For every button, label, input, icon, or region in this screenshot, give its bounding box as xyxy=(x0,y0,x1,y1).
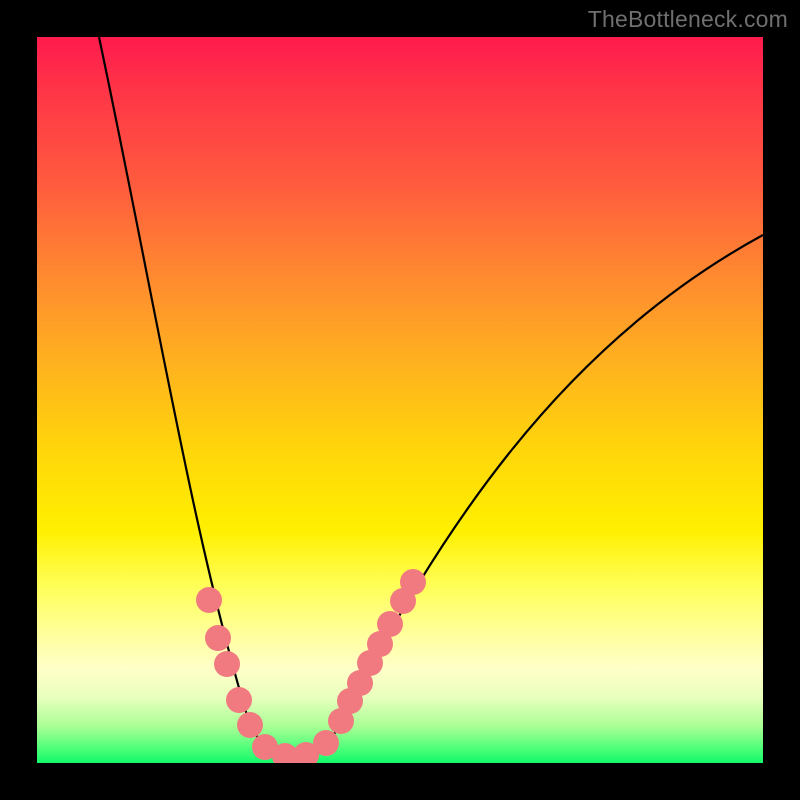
bead-marker xyxy=(214,651,240,677)
bead-marker xyxy=(400,569,426,595)
watermark-label: TheBottleneck.com xyxy=(588,6,788,33)
bead-marker xyxy=(237,712,263,738)
chart-svg xyxy=(37,37,763,763)
bead-marker xyxy=(226,687,252,713)
chart-frame: TheBottleneck.com xyxy=(0,0,800,800)
curve-line xyxy=(99,37,763,763)
plot-area xyxy=(37,37,763,763)
bead-marker xyxy=(377,611,403,637)
bead-marker xyxy=(196,587,222,613)
bead-marker xyxy=(205,625,231,651)
bead-group xyxy=(196,569,426,763)
bead-marker xyxy=(313,730,339,756)
